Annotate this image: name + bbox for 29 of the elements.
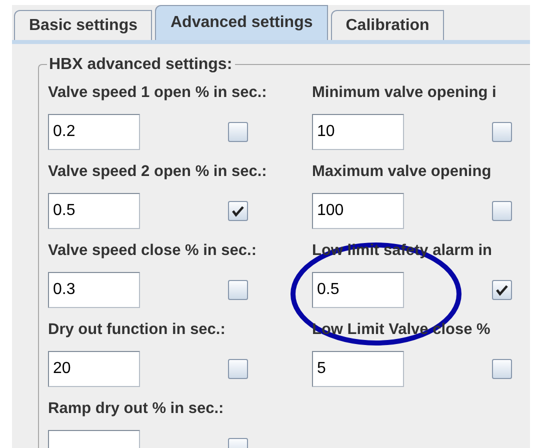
checkbox[interactable] <box>492 280 512 300</box>
checkbox[interactable] <box>228 201 248 221</box>
tab[interactable]: Advanced settings <box>155 5 328 40</box>
input-field[interactable]: 0.3 <box>48 272 140 308</box>
input-field[interactable]: 100 <box>312 193 404 229</box>
checkbox[interactable] <box>492 201 512 221</box>
checkbox[interactable] <box>228 359 248 379</box>
setting-label: Dry out function in sec.: <box>48 320 226 340</box>
setting-label: Ramp dry out % in sec.: <box>48 399 225 419</box>
input-field[interactable]: 5 <box>312 351 404 387</box>
tab[interactable]: Calibration <box>330 10 444 40</box>
setting-label: Valve speed close % in sec.: <box>48 241 258 261</box>
setting-label: Valve speed 2 open % in sec.: <box>48 162 268 182</box>
checkbox[interactable] <box>492 359 512 379</box>
input-field[interactable]: 20 <box>48 351 140 387</box>
checkbox[interactable] <box>492 122 512 142</box>
input-field[interactable]: 0.2 <box>48 114 140 150</box>
tab[interactable]: Basic settings <box>14 10 152 40</box>
checkbox[interactable] <box>228 122 248 142</box>
setting-label: Valve speed 1 open % in sec.: <box>48 83 268 103</box>
input-field[interactable]: 10 <box>312 114 404 150</box>
setting-label: Minimum valve opening i <box>312 83 498 103</box>
checkmark-icon <box>231 205 245 217</box>
input-field[interactable]: 0.5 <box>48 193 140 229</box>
input-field[interactable]: 0.5 <box>312 272 404 308</box>
group-title: HBX advanced settings: <box>47 55 236 75</box>
checkmark-icon <box>495 284 509 296</box>
setting-label: Maximum valve opening <box>312 162 492 182</box>
checkbox[interactable] <box>228 280 248 300</box>
